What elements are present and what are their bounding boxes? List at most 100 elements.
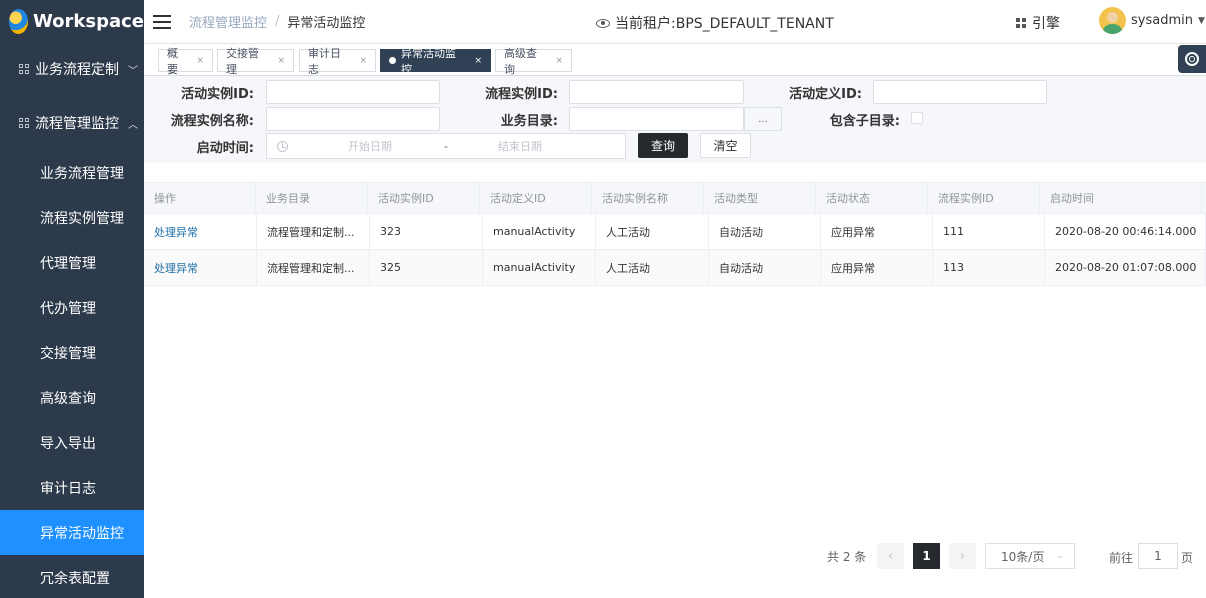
sidebar-item-exception-activity-monitor[interactable]: 异常活动监控 xyxy=(0,510,144,555)
tab-advanced-query[interactable]: 高级查询 × xyxy=(495,47,572,76)
include-subcatalog-label: 包含子目录: xyxy=(829,114,900,129)
username: sysadmin xyxy=(1131,13,1193,28)
column-header: 活动定义ID xyxy=(480,183,592,213)
tab-label: 审计日志 xyxy=(308,46,341,76)
next-page-button[interactable]: › xyxy=(949,543,976,569)
tabs-bar: 概要 × 交接管理 × 审计日志 × 异常活动监控 × 高级查询 × xyxy=(144,44,1206,76)
date-range-separator: - xyxy=(444,139,448,153)
close-icon[interactable]: × xyxy=(277,56,285,66)
breadcrumb-item[interactable]: 流程管理监控 xyxy=(189,12,267,31)
sidebar: Workspace 业务流程定制 ﹀ 流程管理监控 ︿ 业务流程管理 流程实例管… xyxy=(0,0,144,598)
table-cell: 2020-08-20 00:46:14.000 xyxy=(1045,214,1206,249)
tab-label: 异常活动监控 xyxy=(400,46,456,76)
page-number-current[interactable]: 1 xyxy=(913,543,940,569)
tab-audit-log[interactable]: 审计日志 × xyxy=(299,47,376,76)
tab-exception-activity-monitor[interactable]: 异常活动监控 × xyxy=(380,47,491,76)
page-suffix-label: 页 xyxy=(1181,551,1194,565)
tab-overview[interactable]: 概要 × xyxy=(158,47,213,76)
sidebar-item-redundant-table-config[interactable]: 冗余表配置 xyxy=(0,555,144,598)
exception-activity-table: 操作 业务目录 活动实例ID 活动定义ID 活动实例名称 活动类型 活动状态 流… xyxy=(144,182,1206,286)
sidebar-item-handover-management[interactable]: 交接管理 xyxy=(0,330,144,375)
sidebar-item-todo-management[interactable]: 代办管理 xyxy=(0,285,144,330)
column-header: 操作 xyxy=(144,183,256,213)
settings-button[interactable] xyxy=(1178,45,1206,73)
app-title: Workspace xyxy=(32,10,144,32)
table-cell: 自动活动 xyxy=(709,214,821,249)
table-cell: 113 xyxy=(933,250,1045,285)
table-header: 操作 业务目录 活动实例ID 活动定义ID 活动实例名称 活动类型 活动状态 流… xyxy=(144,182,1206,214)
activity-definition-id-input[interactable] xyxy=(873,80,1047,104)
close-icon[interactable]: × xyxy=(359,56,367,66)
engine-button[interactable]: 引擎 xyxy=(1016,13,1060,33)
sidebar-item-import-export[interactable]: 导入导出 xyxy=(0,420,144,465)
catalog-select-button[interactable]: ... xyxy=(744,107,782,131)
sidebar-item-business-process-management[interactable]: 业务流程管理 xyxy=(0,150,144,195)
table-cell: 323 xyxy=(370,214,483,249)
breadcrumb: 流程管理监控 / 异常活动监控 xyxy=(189,12,365,31)
column-header: 活动实例ID xyxy=(368,183,480,213)
grid-icon xyxy=(19,64,29,74)
close-icon[interactable]: × xyxy=(196,56,204,66)
table-cell: 自动活动 xyxy=(709,250,821,285)
column-header: 流程实例ID xyxy=(928,183,1040,213)
sidebar-item-audit-log[interactable]: 审计日志 xyxy=(0,465,144,510)
tab-label: 高级查询 xyxy=(504,46,537,76)
hamburger-menu-icon[interactable] xyxy=(153,14,171,29)
app-logo[interactable]: Workspace xyxy=(0,0,144,42)
table-cell: 流程管理和定制... xyxy=(257,214,370,249)
business-catalog-input[interactable] xyxy=(569,107,744,131)
avatar xyxy=(1099,7,1126,34)
engine-label: 引擎 xyxy=(1032,16,1060,32)
tab-label: 概要 xyxy=(167,46,178,76)
search-form: 活动实例ID: 流程实例ID: 活动定义ID: 流程实例名称: 业务目录: ..… xyxy=(144,77,1206,163)
handle-exception-link[interactable]: 处理异常 xyxy=(154,260,198,276)
activity-instance-id-input[interactable] xyxy=(266,80,440,104)
handle-exception-link[interactable]: 处理异常 xyxy=(154,224,198,240)
query-button[interactable]: 查询 xyxy=(638,133,688,158)
table-cell: 325 xyxy=(370,250,483,285)
start-time-date-range[interactable]: 开始日期 - 结束日期 xyxy=(266,133,626,159)
column-header: 启动时间 xyxy=(1040,183,1202,213)
top-header: 流程管理监控 / 异常活动监控 当前租户:BPS_DEFAULT_TENANT … xyxy=(144,0,1206,44)
table-cell: 2020-08-20 01:07:08.000 xyxy=(1045,250,1206,285)
active-dot-icon xyxy=(389,57,396,64)
close-icon[interactable]: × xyxy=(555,56,563,66)
date-end-placeholder[interactable]: 结束日期 xyxy=(498,138,542,154)
caret-down-icon: ▼ xyxy=(1197,15,1205,26)
tenant-label: 当前租户:BPS_DEFAULT_TENANT xyxy=(615,16,834,32)
eye-icon xyxy=(596,18,610,28)
table-cell: 人工活动 xyxy=(596,214,709,249)
breadcrumb-current: 异常活动监控 xyxy=(287,16,366,31)
process-instance-id-input[interactable] xyxy=(569,80,744,104)
sidebar-item-agent-management[interactable]: 代理管理 xyxy=(0,240,144,285)
column-header: 活动实例名称 xyxy=(592,183,704,213)
user-menu[interactable]: sysadmin ▼ xyxy=(1099,7,1205,34)
tab-handover-management[interactable]: 交接管理 × xyxy=(217,47,294,76)
include-subcatalog-checkbox[interactable] xyxy=(911,112,923,124)
sidebar-group-label: 业务流程定制 xyxy=(35,62,119,78)
sidebar-group-business-process[interactable]: 业务流程定制 ﹀ xyxy=(0,42,144,96)
goto-label: 前往 xyxy=(1109,551,1134,565)
table-cell: 处理异常 xyxy=(144,250,257,285)
close-icon[interactable]: × xyxy=(474,56,482,66)
tenant-indicator: 当前租户:BPS_DEFAULT_TENANT xyxy=(596,13,834,33)
goto-page-input[interactable]: 1 xyxy=(1138,543,1178,569)
page-size-value: 10条/页 xyxy=(1001,549,1045,564)
page-size-select[interactable]: 10条/页 ⌄ xyxy=(985,543,1075,569)
sidebar-group-process-monitor[interactable]: 流程管理监控 ︿ xyxy=(0,96,144,150)
column-header: 活动类型 xyxy=(704,183,816,213)
date-start-placeholder[interactable]: 开始日期 xyxy=(348,138,392,154)
breadcrumb-separator: / xyxy=(275,14,280,29)
chevron-up-icon: ︿ xyxy=(128,119,138,131)
sidebar-item-process-instance-management[interactable]: 流程实例管理 xyxy=(0,195,144,240)
process-instance-id-label: 流程实例ID: xyxy=(485,87,558,102)
table-cell: 应用异常 xyxy=(821,250,933,285)
table-cell: 流程管理和定制... xyxy=(257,250,370,285)
process-instance-name-input[interactable] xyxy=(266,107,440,131)
column-header: 业务目录 xyxy=(256,183,368,213)
prev-page-button[interactable]: ‹ xyxy=(877,543,904,569)
table-cell: manualActivity xyxy=(483,250,596,285)
column-header: 活动状态 xyxy=(816,183,928,213)
sidebar-item-advanced-query[interactable]: 高级查询 xyxy=(0,375,144,420)
clear-button[interactable]: 清空 xyxy=(700,133,751,158)
